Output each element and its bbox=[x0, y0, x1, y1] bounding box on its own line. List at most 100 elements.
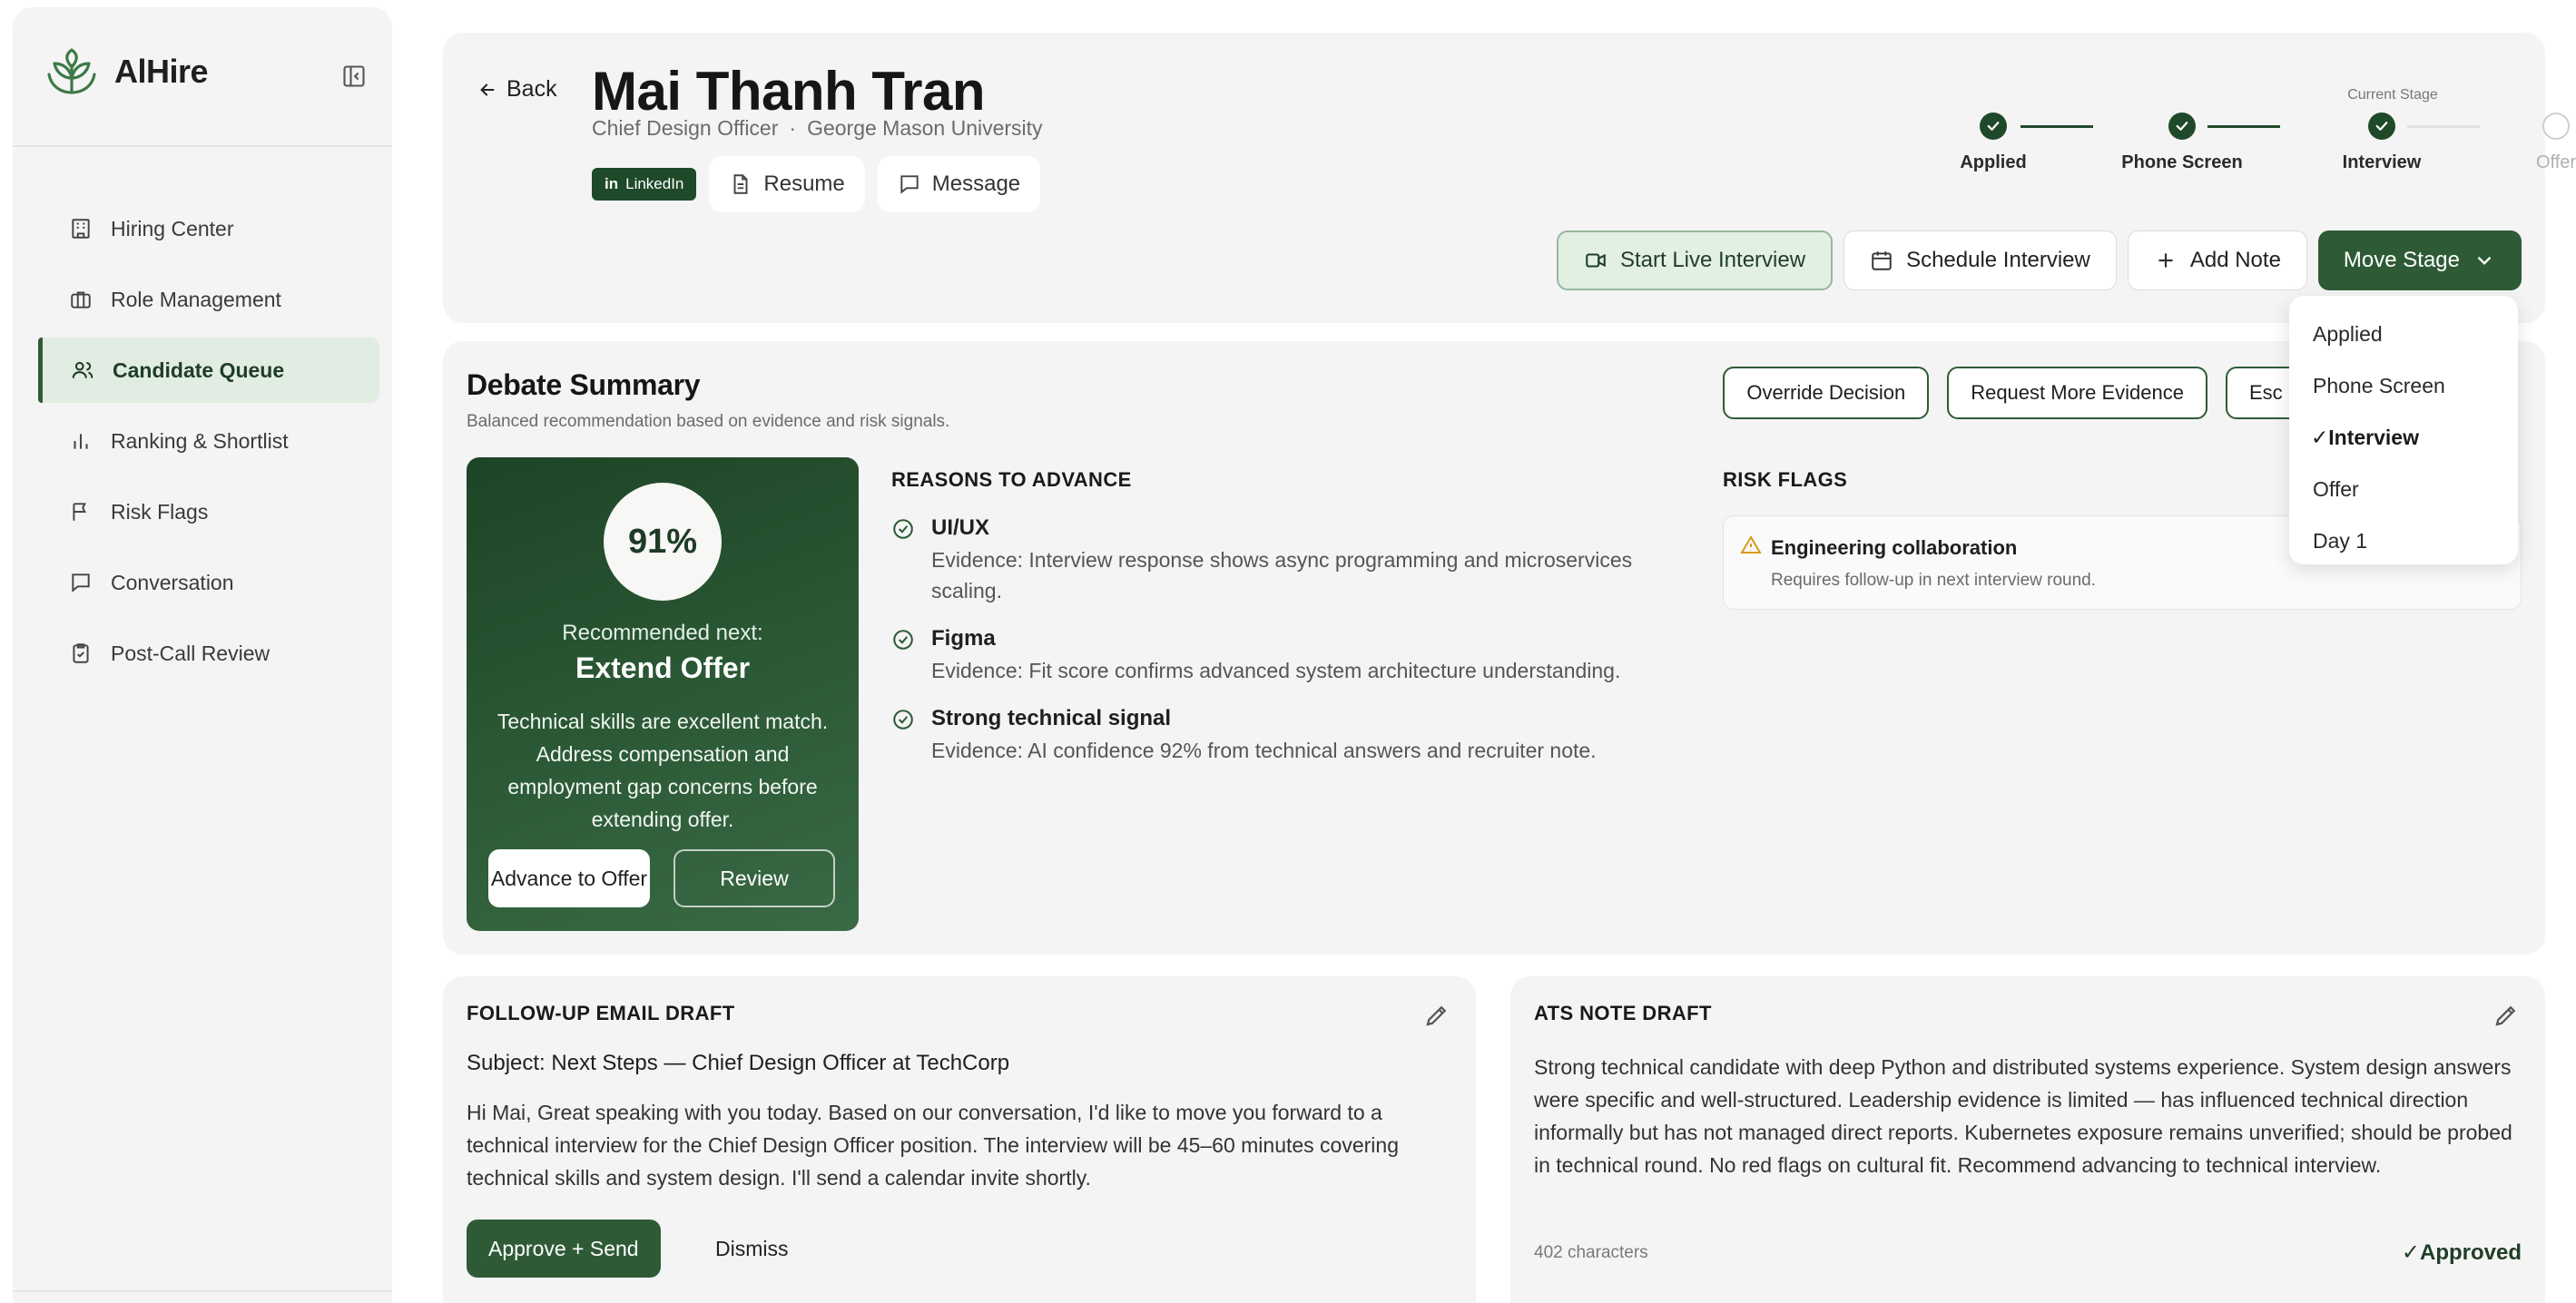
step-applied[interactable]: Applied bbox=[1903, 113, 2084, 173]
approved-status: ✓Approved bbox=[2401, 1240, 2522, 1265]
debate-subtitle: Balanced recommendation based on evidenc… bbox=[467, 412, 950, 431]
sidebar-item-label: Hiring Center bbox=[111, 216, 234, 240]
add-note-label: Add Note bbox=[2189, 248, 2281, 272]
profile-links: in LinkedIn Resume Message bbox=[592, 156, 1041, 212]
add-note-button[interactable]: Add Note bbox=[2127, 230, 2307, 290]
ats-heading: ATS NOTE DRAFT bbox=[1534, 1002, 1712, 1024]
recommended-label: Recommended next: bbox=[562, 621, 763, 645]
step-offer[interactable]: Offer bbox=[2465, 113, 2576, 173]
sidebar-item-label: Post-Call Review bbox=[111, 641, 270, 665]
header-actions: Start Live Interview Schedule Interview … bbox=[1556, 230, 2522, 290]
sidebar-item-label: Candidate Queue bbox=[113, 358, 285, 382]
sidebar-divider bbox=[13, 145, 392, 147]
check-icon bbox=[1980, 113, 2007, 140]
schedule-interview-button[interactable]: Schedule Interview bbox=[1844, 230, 2117, 290]
sidebar-item-label: Risk Flags bbox=[111, 499, 209, 524]
move-stage-button[interactable]: Move Stage bbox=[2317, 230, 2522, 290]
request-more-evidence-button[interactable]: Request More Evidence bbox=[1947, 367, 2207, 419]
sidebar-item-post-call-review[interactable]: Post-Call Review bbox=[38, 621, 379, 686]
stage-stepper: Current Stage Applied Phone Screen Intervi… bbox=[1903, 60, 2576, 178]
sidebar: AlHire Hiring Center Role Management Can… bbox=[13, 7, 392, 1303]
recommended-action: Extend Offer bbox=[575, 652, 751, 684]
menu-item-phone-screen[interactable]: Phone Screen bbox=[2289, 360, 2518, 412]
sidebar-item-candidate-queue[interactable]: Candidate Queue bbox=[38, 338, 379, 403]
app-name: AlHire bbox=[114, 53, 209, 90]
building-icon bbox=[69, 217, 93, 240]
candidate-school: George Mason University bbox=[807, 116, 1043, 140]
pencil-icon[interactable] bbox=[1423, 1002, 1450, 1029]
reason-title: Strong technical signal bbox=[931, 706, 1172, 730]
sidebar-item-role-management[interactable]: Role Management bbox=[38, 267, 379, 332]
back-label: Back bbox=[506, 76, 557, 102]
character-count: 402 characters bbox=[1534, 1243, 1648, 1262]
sidebar-item-label: Conversation bbox=[111, 570, 234, 594]
check-circle-icon bbox=[891, 706, 915, 766]
reasons-list: UI/UX Evidence: Interview response shows… bbox=[891, 515, 1690, 786]
debate-actions: Override Decision Request More Evidence … bbox=[1723, 367, 2335, 419]
reason-title: Figma bbox=[931, 626, 996, 651]
resume-label: Resume bbox=[763, 171, 845, 196]
briefcase-icon bbox=[69, 288, 93, 311]
sidebar-collapse-icon[interactable] bbox=[341, 64, 367, 89]
menu-item-interview[interactable]: ✓Interview bbox=[2289, 412, 2518, 464]
email-subject[interactable]: Subject: Next Steps — Chief Design Offic… bbox=[467, 1051, 1009, 1076]
list-item: UI/UX Evidence: Interview response shows… bbox=[891, 515, 1690, 606]
message-icon bbox=[898, 172, 921, 196]
menu-item-applied[interactable]: Applied bbox=[2289, 309, 2518, 360]
email-body[interactable]: Hi Mai, Great speaking with you today. B… bbox=[467, 1096, 1447, 1194]
chevron-down-icon bbox=[2473, 249, 2496, 272]
step-interview[interactable]: Interview bbox=[2291, 113, 2473, 173]
advance-to-offer-button[interactable]: Advance to Offer bbox=[488, 849, 650, 907]
sidebar-item-hiring-center[interactable]: Hiring Center bbox=[38, 196, 379, 261]
pencil-icon[interactable] bbox=[2492, 1002, 2520, 1029]
move-stage-menu: Applied Phone Screen ✓Interview Offer Da… bbox=[2289, 296, 2518, 564]
menu-item-offer[interactable]: Offer bbox=[2289, 464, 2518, 515]
start-live-interview-button[interactable]: Start Live Interview bbox=[1556, 230, 1834, 290]
dismiss-button[interactable]: Dismiss bbox=[703, 1220, 801, 1278]
check-circle-icon bbox=[891, 626, 915, 686]
linkedin-button[interactable]: in LinkedIn bbox=[592, 168, 697, 201]
warning-icon bbox=[1740, 534, 1762, 556]
linkedin-label: LinkedIn bbox=[625, 175, 684, 192]
risk-title: Engineering collaboration bbox=[1771, 536, 2018, 559]
candidate-role: Chief Design Officer bbox=[592, 116, 779, 140]
reason-evidence: Evidence: Fit score confirms advanced sy… bbox=[931, 659, 1621, 682]
arrow-left-icon bbox=[477, 80, 497, 100]
ats-note-body[interactable]: Strong technical candidate with deep Pyt… bbox=[1534, 1051, 2523, 1181]
sidebar-item-conversation[interactable]: Conversation bbox=[38, 550, 379, 615]
recommendation-actions: Advance to Offer Review bbox=[488, 849, 837, 907]
sidebar-item-label: Role Management bbox=[111, 287, 281, 311]
candidate-name: Mai Thanh Tran bbox=[592, 61, 986, 122]
video-icon bbox=[1584, 249, 1608, 272]
step-pending-circle bbox=[2542, 113, 2570, 140]
follow-up-email-card: FOLLOW-UP EMAIL DRAFT Subject: Next Step… bbox=[443, 976, 1476, 1303]
step-phone-screen[interactable]: Phone Screen bbox=[2091, 113, 2273, 173]
back-button[interactable]: Back bbox=[477, 76, 557, 103]
sidebar-divider bbox=[13, 1290, 392, 1292]
chat-icon bbox=[69, 571, 93, 594]
override-decision-button[interactable]: Override Decision bbox=[1723, 367, 1930, 419]
reason-title: UI/UX bbox=[931, 515, 990, 540]
sidebar-nav: Hiring Center Role Management Candidate … bbox=[38, 196, 379, 691]
sidebar-item-risk-flags[interactable]: Risk Flags bbox=[38, 479, 379, 544]
flag-icon bbox=[69, 500, 93, 524]
plus-icon bbox=[2154, 249, 2178, 272]
menu-item-day-1[interactable]: Day 1 bbox=[2289, 515, 2518, 567]
review-button[interactable]: Review bbox=[673, 849, 835, 907]
bar-chart-icon bbox=[69, 429, 93, 453]
email-heading: FOLLOW-UP EMAIL DRAFT bbox=[467, 1002, 735, 1024]
risk-detail: Requires follow-up in next interview rou… bbox=[1771, 571, 2097, 590]
resume-button[interactable]: Resume bbox=[709, 156, 865, 212]
candidate-header: Back Mai Thanh Tran Chief Design Officer… bbox=[443, 33, 2576, 323]
confidence-score: 91% bbox=[604, 483, 722, 601]
linkedin-icon: in bbox=[605, 175, 619, 192]
sidebar-item-ranking-shortlist[interactable]: Ranking & Shortlist bbox=[38, 408, 379, 474]
brand[interactable]: AlHire bbox=[45, 47, 209, 96]
approve-send-button[interactable]: Approve + Send bbox=[467, 1220, 661, 1278]
list-item: Strong technical signal Evidence: AI con… bbox=[891, 706, 1690, 766]
separator: · bbox=[789, 116, 797, 140]
reason-evidence: Evidence: Interview response shows async… bbox=[931, 548, 1633, 603]
leaf-logo-icon bbox=[45, 47, 98, 96]
message-button[interactable]: Message bbox=[877, 156, 1041, 212]
current-stage-label: Current Stage bbox=[2347, 87, 2438, 103]
